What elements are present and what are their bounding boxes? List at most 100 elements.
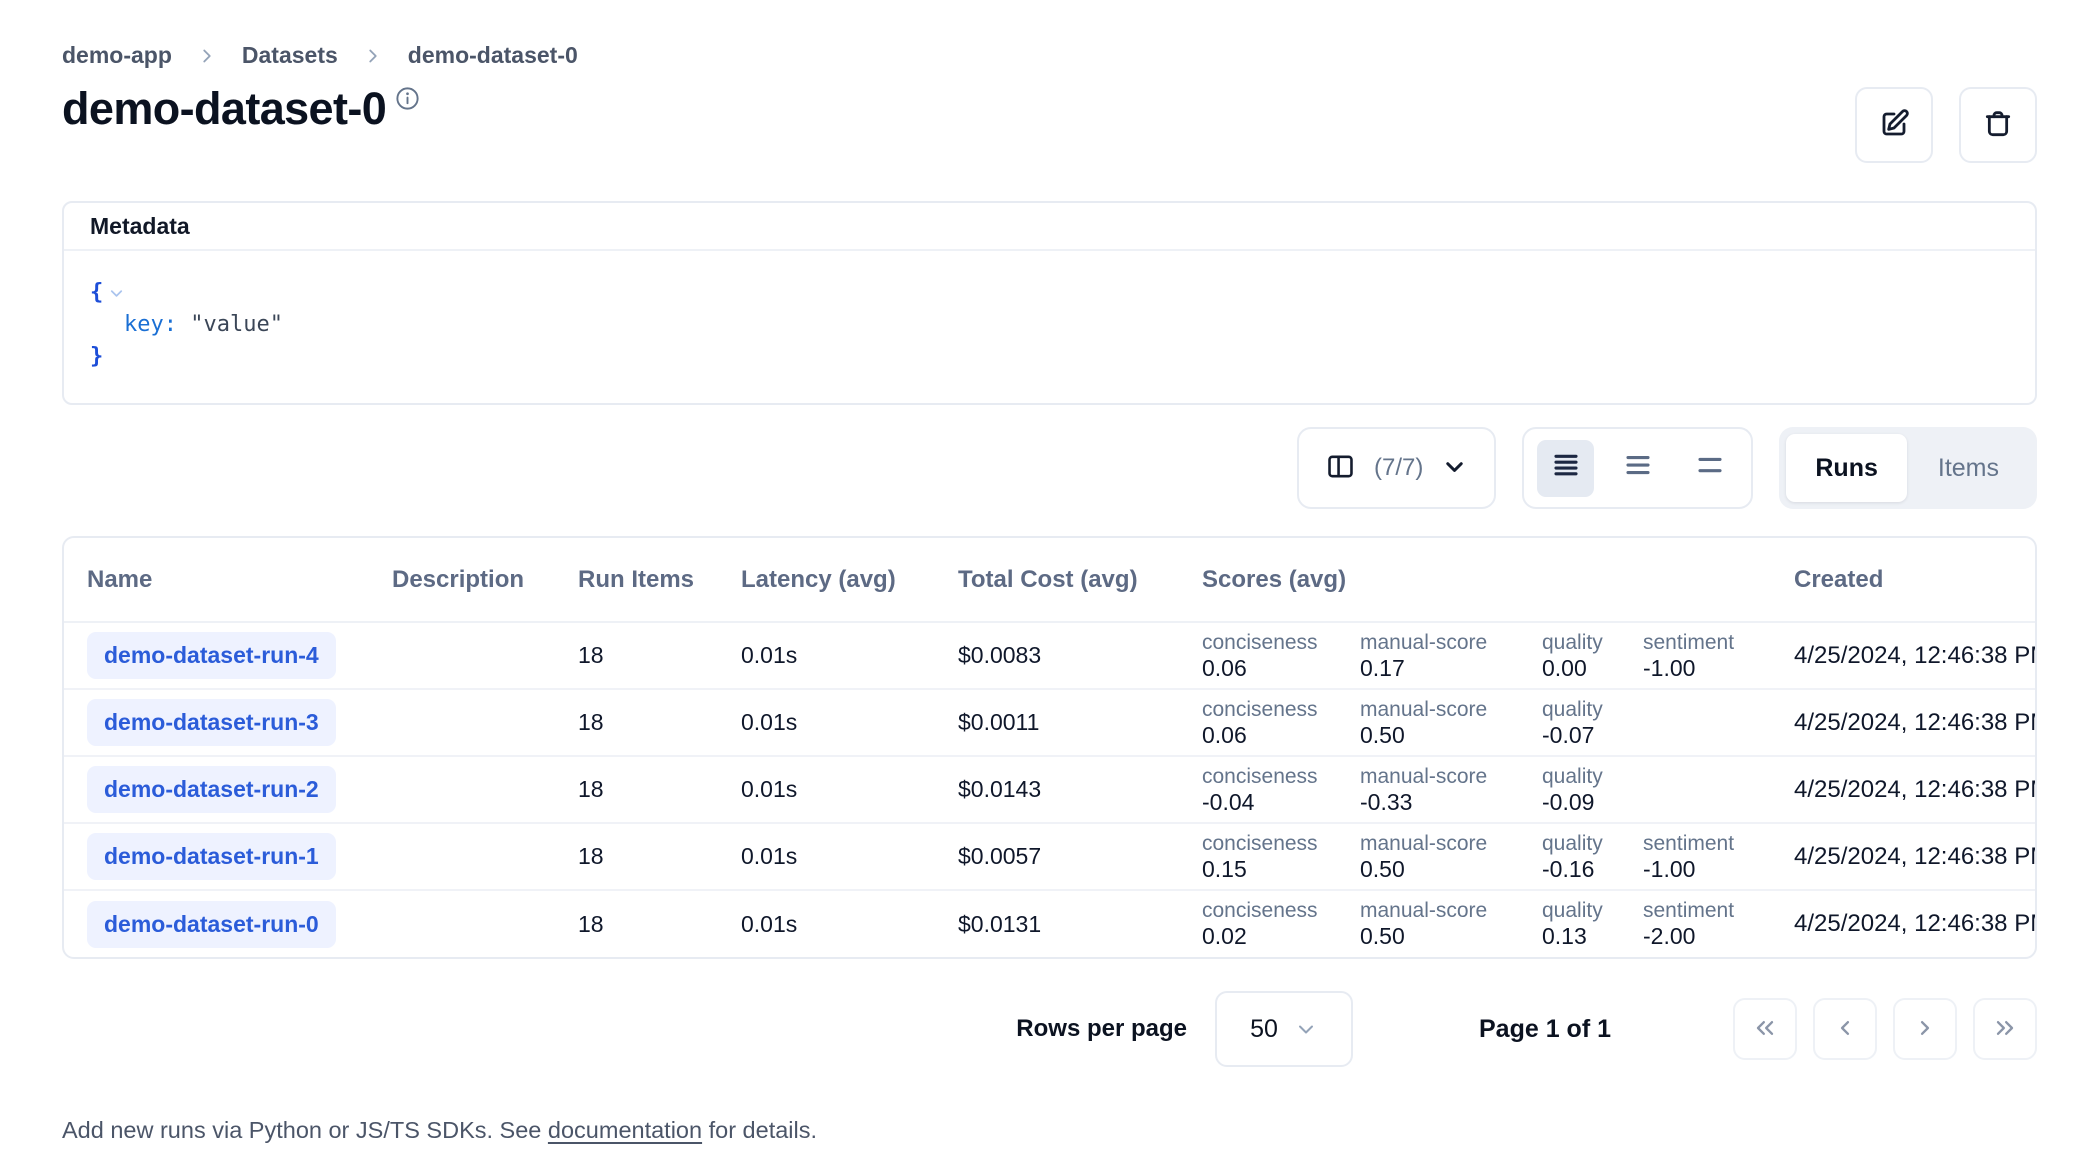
score-value: 0.17 [1360, 655, 1542, 682]
chevron-down-icon [1441, 453, 1468, 483]
score-value: 0.15 [1202, 856, 1360, 883]
run-name-link[interactable]: demo-dataset-run-3 [87, 699, 336, 746]
score-chip: quality -0.16 [1542, 831, 1643, 883]
rows-dense-icon [1551, 450, 1581, 486]
column-visibility-button[interactable]: (7/7) [1297, 427, 1496, 509]
runs-items-tabs: Runs Items [1779, 427, 2037, 509]
score-value: 0.02 [1202, 923, 1360, 950]
table-row[interactable]: demo-dataset-run-0 18 0.01s $0.0131 conc… [64, 890, 2037, 957]
rows-medium-icon [1623, 450, 1653, 486]
run-latency-cell: 0.01s [718, 622, 935, 689]
chevron-right-icon [1911, 1014, 1939, 1045]
table-row[interactable]: demo-dataset-run-2 18 0.01s $0.0143 conc… [64, 756, 2037, 823]
score-name: quality [1542, 697, 1643, 722]
score-name: sentiment [1643, 898, 1734, 923]
metadata-panel: Metadata { key: "value" } [62, 201, 2037, 405]
json-key: key: [124, 309, 177, 341]
score-name: conciseness [1202, 697, 1360, 722]
chevrons-left-icon [1751, 1014, 1779, 1045]
row-height-small-button[interactable] [1537, 440, 1594, 497]
score-chip: manual-score 0.17 [1360, 630, 1542, 682]
run-total-cost-cell: $0.0131 [935, 890, 1179, 957]
score-value: 0.50 [1360, 722, 1542, 749]
run-items-cell: 18 [555, 823, 718, 890]
breadcrumb: demo-app Datasets demo-dataset-0 [62, 42, 2037, 69]
score-value: -0.04 [1202, 789, 1360, 816]
score-name: conciseness [1202, 898, 1360, 923]
score-chip: sentiment -2.00 [1643, 898, 1734, 950]
table-row[interactable]: demo-dataset-run-3 18 0.01s $0.0011 conc… [64, 689, 2037, 756]
column-header-description: Description [369, 538, 555, 622]
score-chip: conciseness 0.06 [1202, 697, 1360, 749]
metadata-json-viewer: { key: "value" } [64, 251, 2035, 403]
dataset-page: demo-app Datasets demo-dataset-0 demo-da… [0, 0, 2100, 1144]
run-total-cost-cell: $0.0011 [935, 689, 1179, 756]
run-created-cell: 4/25/2024, 12:46:38 PM [1771, 756, 2037, 823]
table-row[interactable]: demo-dataset-run-1 18 0.01s $0.0057 conc… [64, 823, 2037, 890]
tab-runs[interactable]: Runs [1786, 434, 1907, 502]
edit-icon [1878, 108, 1910, 143]
column-header-total-cost: Total Cost (avg) [935, 538, 1179, 622]
score-chip: quality 0.13 [1542, 898, 1643, 950]
score-value: 0.50 [1360, 923, 1542, 950]
run-scores-cell: conciseness 0.06 manual-score 0.50 quali… [1202, 697, 1761, 749]
json-collapse-chevron-icon[interactable] [107, 284, 126, 303]
first-page-button[interactable] [1733, 998, 1797, 1060]
score-chip: conciseness -0.04 [1202, 764, 1360, 816]
chevrons-right-icon [1991, 1014, 2019, 1045]
run-latency-cell: 0.01s [718, 756, 935, 823]
run-name-link[interactable]: demo-dataset-run-4 [87, 632, 336, 679]
breadcrumb-item-project[interactable]: demo-app [62, 42, 172, 69]
score-chip: conciseness 0.02 [1202, 898, 1360, 950]
score-name: manual-score [1360, 898, 1542, 923]
run-scores-cell: conciseness -0.04 manual-score -0.33 qua… [1202, 764, 1761, 816]
score-chip: manual-score 0.50 [1360, 831, 1542, 883]
chevron-right-icon [362, 45, 384, 67]
page-title: demo-dataset-0 [62, 83, 386, 135]
next-page-button[interactable] [1893, 998, 1957, 1060]
pagination-nav [1733, 998, 2037, 1060]
run-latency-cell: 0.01s [718, 823, 935, 890]
breadcrumb-item-datasets[interactable]: Datasets [242, 42, 338, 69]
score-value: -0.33 [1360, 789, 1542, 816]
sdk-hint-text: Add new runs via Python or JS/TS SDKs. S… [62, 1117, 2037, 1144]
run-total-cost-cell: $0.0057 [935, 823, 1179, 890]
rows-per-page-select[interactable]: 50 [1215, 991, 1353, 1067]
previous-page-button[interactable] [1813, 998, 1877, 1060]
score-name: manual-score [1360, 764, 1542, 789]
score-name: conciseness [1202, 831, 1360, 856]
edit-dataset-button[interactable] [1855, 87, 1933, 163]
run-created-cell: 4/25/2024, 12:46:38 PM [1771, 689, 2037, 756]
info-icon[interactable] [394, 85, 421, 118]
run-description-cell [369, 890, 555, 957]
title-actions [1855, 87, 2037, 163]
score-value: -2.00 [1643, 923, 1734, 950]
run-scores-cell: conciseness 0.02 manual-score 0.50 quali… [1202, 898, 1761, 950]
run-name-link[interactable]: demo-dataset-run-0 [87, 901, 336, 948]
tab-items[interactable]: Items [1907, 434, 2030, 502]
row-height-medium-button[interactable] [1609, 440, 1666, 497]
table-toolbar: (7/7) Runs Ite [62, 427, 2037, 509]
score-name: manual-score [1360, 831, 1542, 856]
run-name-link[interactable]: demo-dataset-run-1 [87, 833, 336, 880]
run-name-link[interactable]: demo-dataset-run-2 [87, 766, 336, 813]
score-value: 0.50 [1360, 856, 1542, 883]
score-name: quality [1542, 764, 1643, 789]
delete-dataset-button[interactable] [1959, 87, 2037, 163]
column-header-run-items: Run Items [555, 538, 718, 622]
table-row[interactable]: demo-dataset-run-4 18 0.01s $0.0083 conc… [64, 622, 2037, 689]
run-description-cell [369, 689, 555, 756]
row-height-large-button[interactable] [1681, 440, 1738, 497]
title-row: demo-dataset-0 [62, 83, 2037, 163]
column-header-latency: Latency (avg) [718, 538, 935, 622]
column-header-name: Name [64, 538, 369, 622]
run-total-cost-cell: $0.0083 [935, 622, 1179, 689]
chevron-left-icon [1831, 1014, 1859, 1045]
score-name: manual-score [1360, 630, 1542, 655]
run-latency-cell: 0.01s [718, 689, 935, 756]
score-chip: manual-score 0.50 [1360, 898, 1542, 950]
row-height-toggle-group [1522, 427, 1753, 509]
last-page-button[interactable] [1973, 998, 2037, 1060]
rows-per-page-label: Rows per page [1016, 1015, 1187, 1043]
documentation-link[interactable]: documentation [548, 1117, 702, 1143]
